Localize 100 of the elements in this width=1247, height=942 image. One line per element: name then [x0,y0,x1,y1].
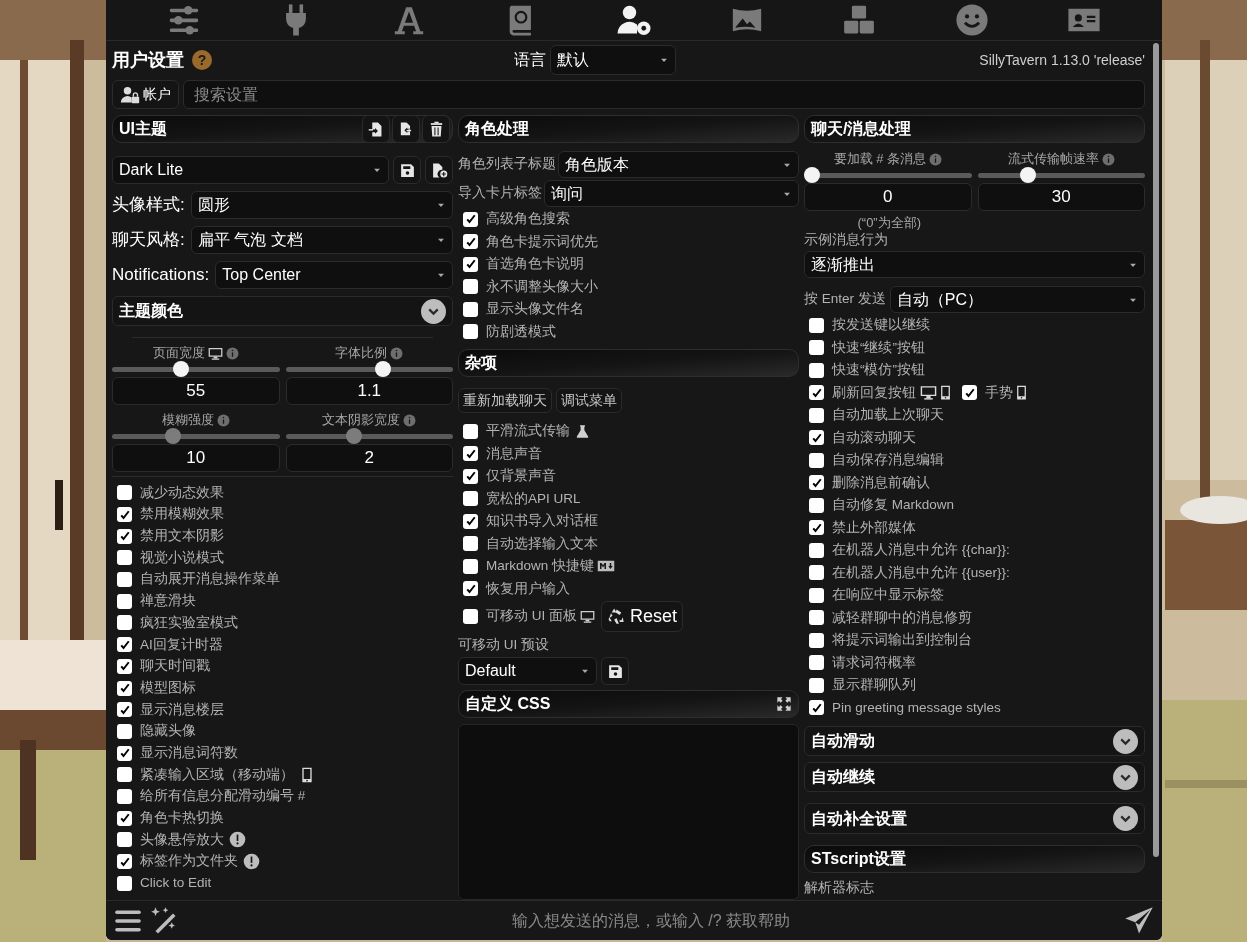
account-button[interactable]: 帐户 [112,80,179,109]
dropdown[interactable]: Top Center [215,261,453,289]
save-button[interactable] [393,156,421,184]
export-button[interactable] [392,115,420,143]
collapsible-header[interactable]: 自动继续 [804,762,1145,792]
save-button[interactable] [601,657,629,685]
magic-wand-icon[interactable] [148,905,178,936]
collapsible-header[interactable]: 主题颜色 [112,296,453,326]
dropdown[interactable]: Dark Lite [112,156,389,184]
checkbox[interactable] [117,788,132,804]
smiley-icon[interactable] [954,3,989,37]
checkbox[interactable] [463,581,478,597]
checkbox[interactable] [117,572,132,588]
checkbox[interactable] [809,497,824,513]
action-button[interactable]: 重新加载聊天 [458,388,552,413]
language-dropdown[interactable]: 默认 [550,45,676,75]
chevron-icon[interactable] [1113,728,1138,754]
checkbox[interactable] [463,608,478,624]
checkbox[interactable] [463,234,478,250]
checkbox[interactable] [809,677,824,693]
dropdown[interactable]: 扁平 气泡 文档 [190,226,453,254]
checkbox[interactable] [463,211,478,227]
checkbox[interactable] [117,485,132,501]
checkbox[interactable] [809,407,824,423]
slider-track[interactable] [977,167,1145,183]
slider-track[interactable] [285,428,453,444]
dropdown[interactable]: 角色版本 [558,151,799,178]
dropdown[interactable]: 逐渐推出 [804,251,1145,278]
checkbox[interactable] [117,507,132,523]
scrollbar[interactable] [1153,43,1159,857]
delete-button[interactable] [422,115,450,143]
checkbox[interactable] [117,767,132,783]
checkbox[interactable] [117,637,132,653]
checkbox[interactable] [809,362,824,378]
slider-track[interactable] [112,428,280,444]
checkbox[interactable] [809,700,824,716]
new-theme-button[interactable] [425,156,453,184]
dropdown[interactable]: 询问 [544,180,799,207]
checkbox[interactable] [463,301,478,317]
checkbox[interactable] [117,832,132,848]
checkbox[interactable] [809,587,824,603]
chevron-icon[interactable] [1113,764,1138,790]
collapsible-header[interactable]: 自动补全设置 [804,803,1145,834]
dropdown[interactable]: 自动（PC） [889,286,1145,313]
checkbox[interactable] [809,430,824,446]
slider-thumb[interactable] [172,361,189,377]
search-field[interactable]: 搜索设置 [183,80,1145,109]
number-field[interactable]: 0 [804,183,972,211]
help-icon[interactable]: ? [192,50,212,70]
checkbox[interactable] [117,615,132,631]
number-field[interactable]: 55 [112,377,280,405]
slider-thumb[interactable] [374,361,391,377]
slider-track[interactable] [112,361,280,377]
checkbox[interactable] [809,452,824,468]
checkbox[interactable] [117,854,132,870]
checkbox[interactable] [117,680,132,696]
checkbox[interactable] [962,385,977,401]
checkbox[interactable] [463,446,478,462]
checkbox[interactable] [809,632,824,648]
number-field[interactable]: 1.1 [285,377,453,405]
checkbox[interactable] [809,542,824,558]
dropdown[interactable]: 圆形 [190,191,453,219]
checkbox[interactable] [463,536,478,552]
checkbox[interactable] [117,593,132,609]
checkbox[interactable] [463,558,478,574]
checkbox[interactable] [117,723,132,739]
checkbox[interactable] [117,875,132,891]
checkbox[interactable] [117,702,132,718]
checkbox[interactable] [117,658,132,674]
slider-track[interactable] [804,167,972,183]
checkbox[interactable] [117,745,132,761]
checkbox[interactable] [809,655,824,671]
action-button[interactable]: 调试菜单 [556,388,622,413]
checkbox[interactable] [809,317,824,333]
dropdown[interactable]: Default [458,657,597,685]
checkbox[interactable] [463,324,478,340]
message-input[interactable]: 输入想发送的消息，或输入 /? 获取帮助 [184,904,1118,937]
checkbox[interactable] [117,528,132,544]
reset-button[interactable]: Reset [601,600,684,632]
checkbox[interactable] [117,810,132,826]
checkbox[interactable] [463,491,478,507]
checkbox[interactable] [809,475,824,491]
slider-thumb[interactable] [804,167,820,183]
checkbox[interactable] [463,256,478,272]
checkbox[interactable] [809,520,824,536]
send-icon[interactable] [1124,905,1154,936]
checkbox[interactable] [809,565,824,581]
checkbox[interactable] [463,279,478,295]
chevron-icon[interactable] [421,298,446,324]
checkbox[interactable] [809,340,824,356]
import-button[interactable] [362,115,390,143]
checkbox[interactable] [463,513,478,529]
checkbox[interactable] [463,423,478,439]
slider-thumb[interactable] [1019,167,1036,183]
checkbox[interactable] [117,550,132,566]
number-field[interactable]: 30 [977,183,1145,211]
slider-track[interactable] [285,361,453,377]
checkbox[interactable] [463,468,478,484]
checkbox[interactable] [809,385,824,401]
chevron-icon[interactable] [1113,806,1138,831]
